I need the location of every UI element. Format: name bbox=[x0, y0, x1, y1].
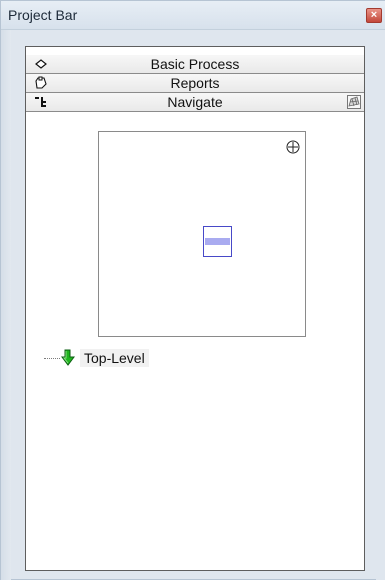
title-bar[interactable]: Project Bar × bbox=[1, 1, 385, 30]
section-navigate-label: Navigate bbox=[167, 94, 223, 110]
section-navigate[interactable]: Navigate bbox=[26, 93, 364, 112]
section-basic-process[interactable]: Basic Process bbox=[26, 55, 364, 74]
viewport-band bbox=[205, 238, 230, 245]
navigate-content: Top-Level bbox=[26, 113, 364, 570]
project-bar-window: Project Bar × Basic Process Reports Navi… bbox=[0, 0, 385, 580]
section-reports[interactable]: Reports bbox=[26, 74, 364, 93]
window-title: Project Bar bbox=[8, 7, 78, 23]
project-bar-panel: Basic Process Reports Navigate Top-Level bbox=[25, 46, 365, 571]
tree-item-label: Top-Level bbox=[80, 349, 149, 367]
left-dock-strip bbox=[1, 30, 11, 580]
overview-toggle-icon[interactable] bbox=[346, 94, 362, 110]
zoom-in-icon[interactable] bbox=[285, 139, 301, 155]
section-basic-process-label: Basic Process bbox=[150, 56, 240, 72]
overview-navigator[interactable] bbox=[98, 131, 306, 337]
green-down-arrow-icon bbox=[61, 349, 75, 366]
right-dock-strip bbox=[376, 30, 385, 580]
top-level-tree-item[interactable]: Top-Level bbox=[42, 349, 242, 369]
tree-connector bbox=[44, 358, 60, 359]
close-button[interactable]: × bbox=[366, 8, 382, 23]
section-reports-label: Reports bbox=[170, 75, 220, 91]
close-icon: × bbox=[370, 9, 378, 21]
viewport-indicator[interactable] bbox=[203, 226, 232, 257]
